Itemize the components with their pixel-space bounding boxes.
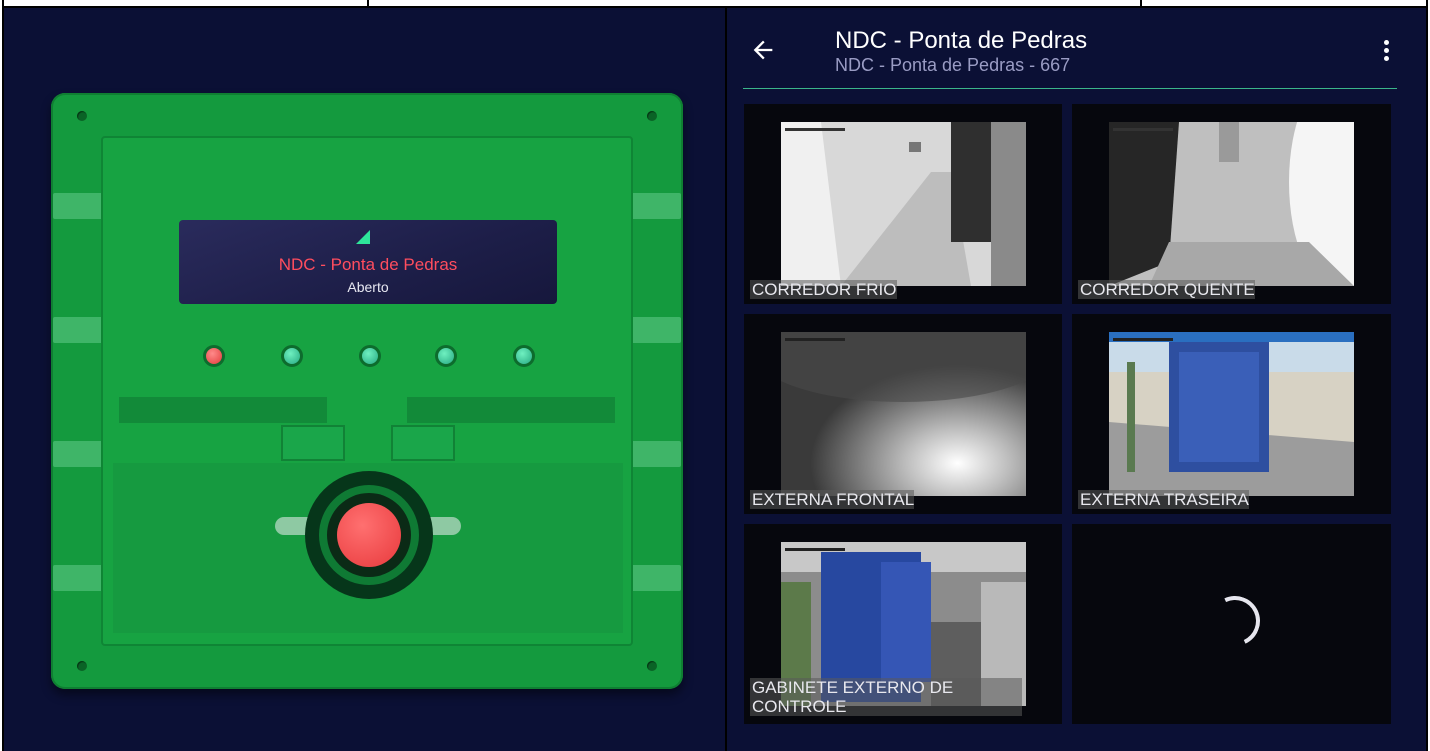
led-indicator-2	[281, 345, 303, 367]
screw-icon	[647, 111, 657, 121]
camera-view: NDC - Ponta de Pedras NDC - Ponta de Ped…	[727, 8, 1426, 751]
right-border	[1426, 0, 1430, 751]
more-vertical-icon[interactable]	[1384, 40, 1390, 64]
camera-tile[interactable]: EXTERNA FRONTAL	[744, 314, 1062, 514]
camera-tile[interactable]: CORREDOR FRIO	[744, 104, 1062, 304]
app-bar: NDC - Ponta de Pedras NDC - Ponta de Ped…	[727, 8, 1426, 88]
panel-slot	[407, 397, 615, 423]
camera-label: EXTERNA TRASEIRA	[1078, 490, 1249, 509]
screw-icon	[647, 661, 657, 671]
display-status: Aberto	[347, 279, 389, 295]
led-indicator-3	[359, 345, 381, 367]
led-indicator-1	[203, 345, 225, 367]
camera-tile[interactable]: EXTERNA TRASEIRA	[1072, 314, 1391, 514]
top-border	[0, 0, 1430, 8]
led-indicator-5	[513, 345, 535, 367]
header-divider	[743, 88, 1397, 89]
signal-icon	[356, 230, 370, 244]
camera-feed-image	[1109, 122, 1354, 286]
screw-icon	[77, 111, 87, 121]
camera-label: GABINETE EXTERNO DE CONTROLE	[750, 678, 1022, 716]
camera-tile[interactable]: GABINETE EXTERNO DE CONTROLE	[744, 524, 1062, 724]
camera-feed-image	[781, 122, 1026, 286]
camera-tile[interactable]: CORREDOR QUENTE	[1072, 104, 1391, 304]
camera-tile-loading[interactable]	[1072, 524, 1391, 724]
status-display: NDC - Ponta de Pedras Aberto	[179, 220, 557, 304]
loading-spinner-icon	[1202, 588, 1268, 654]
screw-icon	[77, 661, 87, 671]
border-tick	[1140, 0, 1142, 8]
page-subtitle: NDC - Ponta de Pedras - 667	[835, 55, 1071, 75]
camera-feed-image	[1109, 332, 1354, 496]
control-panel-view: NDC - Ponta de Pedras Aberto	[4, 8, 725, 751]
border-tick	[367, 0, 369, 8]
alarm-button[interactable]	[337, 503, 401, 567]
camera-label: CORREDOR FRIO	[750, 280, 897, 299]
panel-key[interactable]	[391, 425, 455, 461]
display-site-name: NDC - Ponta de Pedras	[278, 255, 458, 274]
led-indicator-4	[435, 345, 457, 367]
alarm-panel: NDC - Ponta de Pedras Aberto	[51, 93, 683, 689]
panel-slot	[119, 397, 327, 423]
page-title: NDC - Ponta de Pedras	[835, 27, 1088, 54]
arrow-left-icon[interactable]	[749, 36, 777, 64]
camera-feed-image	[781, 332, 1026, 496]
camera-label: EXTERNA FRONTAL	[750, 490, 915, 509]
panel-key[interactable]	[281, 425, 345, 461]
camera-label: CORREDOR QUENTE	[1078, 280, 1255, 299]
